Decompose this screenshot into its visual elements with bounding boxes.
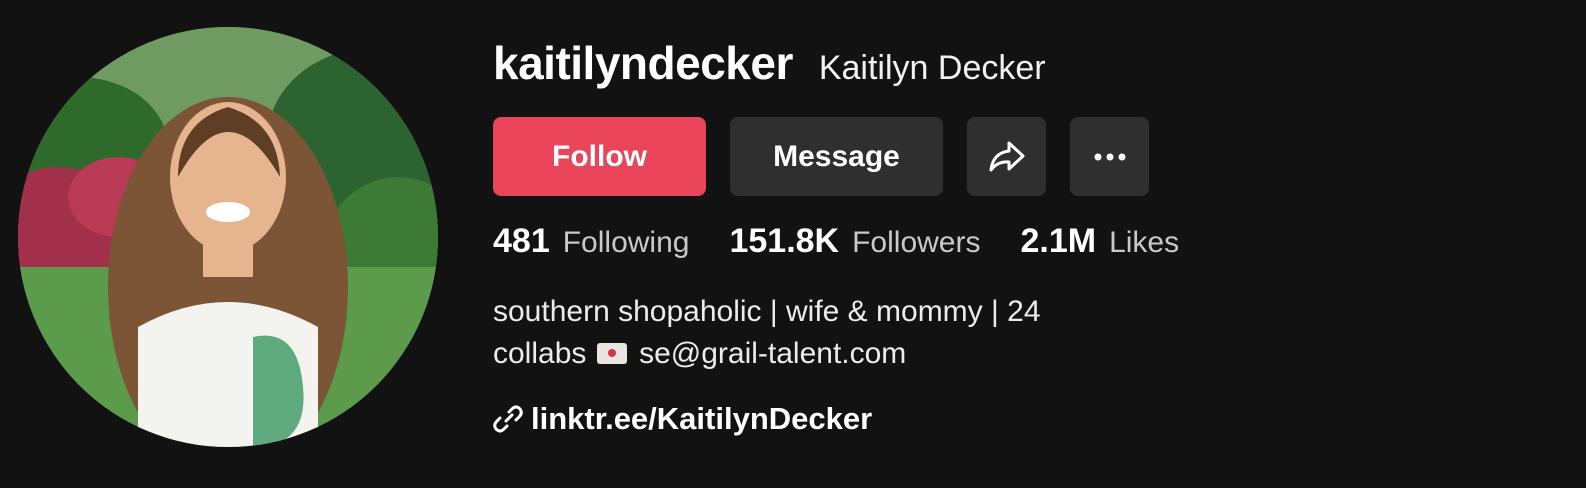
- more-icon: [1094, 153, 1125, 160]
- bio-line: southern shopaholic | wife & mommy | 24: [493, 295, 1041, 328]
- stat-likes: 2.1M Likes: [1020, 222, 1179, 261]
- profile-title-row: kaitilyndecker Kaitilyn Decker: [493, 36, 1553, 94]
- follow-button[interactable]: Follow: [493, 117, 706, 196]
- stat-following[interactable]: 481 Following: [493, 222, 689, 261]
- share-button[interactable]: [967, 117, 1046, 196]
- profile-bio: southern shopaholic | wife & mommy | 24 …: [493, 291, 1041, 375]
- stat-label: Followers: [852, 226, 981, 259]
- more-options-button[interactable]: [1070, 117, 1149, 196]
- bio-text: collabs: [493, 337, 587, 370]
- stat-value: 151.8K: [729, 222, 840, 260]
- link-icon: [493, 405, 523, 433]
- message-button[interactable]: Message: [730, 117, 943, 196]
- profile-link[interactable]: linktr.ee/KaitilynDecker: [493, 401, 872, 437]
- stat-value: 2.1M: [1020, 222, 1097, 260]
- profile-info: kaitilyndecker Kaitilyn Decker Follow Me…: [493, 36, 1553, 436]
- avatar-photo: [18, 27, 438, 447]
- bio-line: collabs se@grail-talent.com: [493, 333, 1041, 375]
- stat-label: Likes: [1109, 226, 1180, 259]
- share-icon: [989, 141, 1024, 171]
- stat-followers[interactable]: 151.8K Followers: [729, 222, 980, 261]
- display-name: Kaitilyn Decker: [818, 49, 1046, 87]
- stat-value: 481: [493, 222, 550, 260]
- profile-avatar[interactable]: [18, 27, 438, 447]
- stat-label: Following: [562, 226, 690, 259]
- profile-link-text[interactable]: linktr.ee/KaitilynDecker: [531, 401, 872, 437]
- profile-stats: 481 Following 151.8K Followers 2.1M Like…: [493, 222, 1219, 261]
- love-letter-icon: [596, 343, 627, 364]
- profile-actions: Follow Message: [493, 117, 1149, 196]
- username: kaitilyndecker: [493, 37, 793, 89]
- bio-email: se@grail-talent.com: [639, 337, 907, 370]
